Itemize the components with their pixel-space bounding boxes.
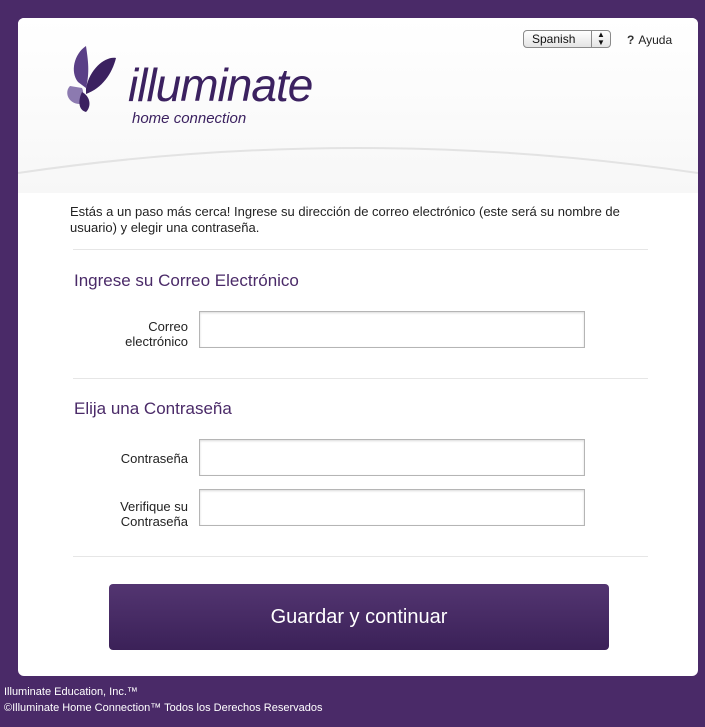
password-input[interactable]	[199, 439, 585, 476]
email-section-title: Ingrese su Correo Electrónico	[74, 271, 299, 290]
butterfly-logo-icon	[67, 46, 116, 112]
intro-text: Estás a un paso más cerca! Ingrese su di…	[70, 204, 620, 235]
language-select-value: Spanish	[532, 32, 576, 46]
help-label: Ayuda	[638, 33, 673, 47]
language-select[interactable]: Spanish ▲ ▼	[523, 30, 611, 48]
divider	[73, 378, 648, 379]
divider	[73, 556, 648, 557]
password-label: Contraseña	[120, 451, 188, 466]
help-icon: ?	[627, 33, 635, 47]
header: illuminate home connection Spanish ▲ ▼ ? A…	[18, 18, 698, 193]
verify-password-input[interactable]	[199, 489, 585, 526]
footer: Illuminate Education, Inc.™ ©Illuminate …	[4, 684, 323, 716]
email-label-line2: electrónico	[125, 334, 188, 349]
password-section-title: Elija una Contraseña	[74, 399, 232, 418]
signup-card: illuminate home connection Spanish ▲ ▼ ? A…	[18, 18, 698, 676]
verify-label-line2: Contraseña	[120, 514, 188, 529]
help-link[interactable]: ? Ayuda	[627, 33, 672, 47]
email-label: Correo electrónico	[76, 319, 188, 349]
header-divider-arc	[18, 147, 698, 174]
save-continue-button[interactable]: Guardar y continuar	[109, 584, 609, 650]
divider	[73, 249, 648, 250]
verify-label-line1: Verifique su	[120, 499, 188, 514]
footer-copyright: ©Illuminate Home Connection™ Todos los D…	[4, 702, 323, 714]
footer-company: Illuminate Education, Inc.™	[4, 686, 138, 698]
logo-subtitle: home connection	[132, 110, 247, 127]
email-label-line1: Correo	[148, 319, 188, 334]
logo-wordmark: illuminate	[128, 59, 313, 111]
select-arrows-icon: ▲ ▼	[591, 31, 610, 47]
email-input[interactable]	[199, 311, 585, 348]
logo: illuminate home connection	[60, 36, 340, 136]
verify-password-label: Verifique su Contraseña	[76, 499, 188, 529]
